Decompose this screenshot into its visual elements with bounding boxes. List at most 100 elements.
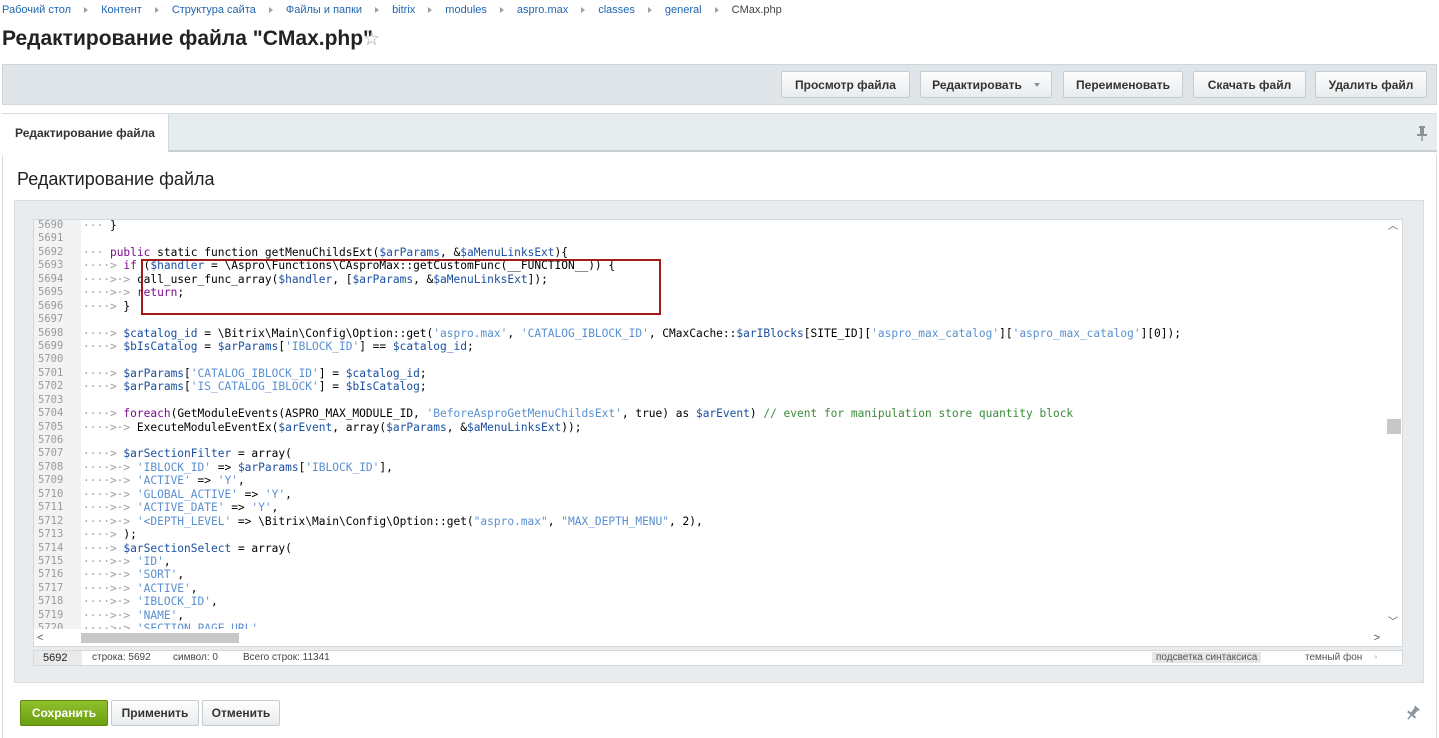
breadcrumb-item-classes[interactable]: classes: [598, 4, 635, 16]
scroll-left-icon[interactable]: <: [37, 632, 43, 644]
breadcrumb-item-desktop[interactable]: Рабочий стол: [2, 4, 71, 16]
horizontal-scrollbar[interactable]: < >: [34, 629, 1402, 646]
pin-icon[interactable]: [1415, 125, 1429, 141]
delete-file-button[interactable]: Удалить файл: [1315, 71, 1427, 98]
dark-theme-toggle[interactable]: темный фон: [1305, 652, 1362, 663]
line-number: 5691: [38, 232, 64, 245]
code-line[interactable]: 5698 ····> $catalog_id = \Bitrix\Main\Con…: [34, 327, 1385, 340]
horizontal-scroll-thumb[interactable]: [81, 633, 239, 643]
code-line[interactable]: 5716 ····>·> 'SORT',: [34, 568, 1385, 581]
code-text: ····>·> ExecuteModuleEventEx($arEvent, a…: [83, 420, 582, 434]
scroll-up-icon[interactable]: ︿: [1388, 222, 1398, 232]
breadcrumb-separator-icon: [647, 7, 652, 13]
goto-line-input[interactable]: 5692: [34, 651, 82, 665]
action-toolbar: Просмотр файла Редактировать Переименова…: [2, 64, 1437, 105]
code-text: ··· public static function getMenuChilds…: [83, 245, 569, 259]
code-line[interactable]: 5692 ··· public static function getMenuCh…: [34, 246, 1385, 259]
code-text: ····>·> 'IBLOCK_ID' => $arParams['IBLOCK…: [83, 460, 393, 474]
pin-icon[interactable]: [1406, 705, 1420, 721]
code-line[interactable]: 5697: [34, 313, 1385, 326]
breadcrumb-item-bitrix[interactable]: bitrix: [392, 4, 415, 16]
code-line[interactable]: 5709 ····>·> 'ACTIVE' => 'Y',: [34, 474, 1385, 487]
code-line[interactable]: 5719 ····>·> 'NAME',: [34, 609, 1385, 622]
view-file-button[interactable]: Просмотр файла: [781, 71, 910, 98]
code-line[interactable]: 5711 ····>·> 'ACTIVE_DATE' => 'Y',: [34, 501, 1385, 514]
line-number: 5708: [38, 460, 64, 473]
scroll-down-icon[interactable]: ﹀: [1388, 618, 1398, 628]
cancel-button[interactable]: Отменить: [202, 700, 280, 726]
code-line[interactable]: 5708 ····>·> 'IBLOCK_ID' => $arParams['IB…: [34, 461, 1385, 474]
line-number: 5709: [38, 474, 64, 487]
code-text: ····> $arSectionFilter = array(: [83, 447, 292, 461]
cancel-label: Отменить: [211, 706, 271, 720]
code-line[interactable]: 5699 ····> $bIsCatalog = $arParams['IBLOC…: [34, 340, 1385, 353]
line-number: 5706: [38, 434, 64, 446]
line-number: 5705: [38, 420, 64, 433]
apply-label: Применить: [121, 706, 189, 720]
code-text: ····> $arSectionSelect = array(: [83, 541, 292, 555]
code-text: ····>·> 'ACTIVE' => 'Y',: [83, 474, 245, 488]
page-title: Редактирование файла "CMax.php": [2, 27, 374, 50]
save-button[interactable]: Сохранить: [20, 700, 108, 726]
line-number: 5702: [38, 380, 64, 393]
symbol-indicator: символ: 0: [173, 652, 218, 663]
editor-container: 5690 ··· } 5691 5692 ··· public static funct…: [14, 200, 1424, 683]
breadcrumb-item-general[interactable]: general: [665, 4, 702, 16]
code-line[interactable]: 5717 ····>·> 'ACTIVE',: [34, 582, 1385, 595]
code-text: ····> foreach(GetModuleEvents(ASPRO_MAX_…: [83, 407, 1074, 421]
code-line[interactable]: 5704 ····> foreach(GetModuleEvents(ASPRO_…: [34, 407, 1385, 420]
line-number: 5715: [38, 554, 64, 567]
code-line[interactable]: 5706: [34, 434, 1385, 447]
code-line[interactable]: 5701 ····> $arParams['CATALOG_IBLOCK_ID']…: [34, 367, 1385, 380]
code-line[interactable]: 5710 ····>·> 'GLOBAL_ACTIVE' => 'Y',: [34, 488, 1385, 501]
code-text: ····>·> 'IBLOCK_ID',: [83, 595, 218, 609]
code-line[interactable]: 5707 ····> $arSectionFilter = array(: [34, 447, 1385, 460]
line-number: 5711: [38, 501, 64, 514]
total-lines-indicator: Всего строк: 11341: [243, 652, 330, 663]
scroll-right-icon[interactable]: >: [1374, 632, 1380, 644]
code-text: ····>·> '<DEPTH_LEVEL' => \Bitrix\Main\C…: [83, 514, 703, 528]
edit-label: Редактировать: [932, 77, 1022, 92]
vertical-scroll-thumb[interactable]: [1387, 419, 1401, 434]
syntax-highlight-toggle[interactable]: подсветка синтаксиса: [1152, 652, 1262, 663]
line-number: 5701: [38, 366, 64, 379]
code-line[interactable]: 5718 ····>·> 'IBLOCK_ID',: [34, 595, 1385, 608]
code-line[interactable]: 5715 ····>·> 'ID',: [34, 555, 1385, 568]
code-line[interactable]: 5714 ····> $arSectionSelect = array(: [34, 542, 1385, 555]
line-number: 5716: [38, 568, 64, 581]
edit-panel: Редактирование файла 5690 ··· } 5691 5692 ··…: [2, 155, 1437, 691]
rename-button[interactable]: Переименовать: [1063, 71, 1183, 98]
line-number: 5699: [38, 339, 64, 352]
breadcrumb-item-modules[interactable]: modules: [445, 4, 487, 16]
row-indicator: строка: 5692: [92, 652, 151, 663]
breadcrumb-item-site-structure[interactable]: Структура сайта: [172, 4, 256, 16]
line-number: 5713: [38, 528, 64, 541]
tab-edit-file[interactable]: Редактирование файла: [2, 114, 169, 152]
code-line[interactable]: 5690 ··· }: [34, 220, 1385, 232]
tab-edit-file-label: Редактирование файла: [15, 126, 155, 140]
code-line[interactable]: 5712 ····>·> '<DEPTH_LEVEL' => \Bitrix\Ma…: [34, 515, 1385, 528]
vertical-scrollbar[interactable]: ︿ ﹀: [1385, 220, 1402, 631]
download-file-button[interactable]: Скачать файл: [1193, 71, 1306, 98]
breadcrumb-separator-icon: [375, 7, 380, 13]
line-number: 5693: [38, 259, 64, 272]
code-line[interactable]: 5713 ····> );: [34, 528, 1385, 541]
code-line[interactable]: 5700: [34, 353, 1385, 366]
breadcrumb-item-current-file: CMax.php: [731, 4, 782, 16]
breadcrumb-item-aspro-max[interactable]: aspro.max: [517, 4, 568, 16]
code-text: ····>·> 'ACTIVE',: [83, 581, 198, 595]
breadcrumb-item-content[interactable]: Контент: [101, 4, 142, 16]
code-line[interactable]: 5691: [34, 232, 1385, 245]
code-text: ····> $bIsCatalog = $arParams['IBLOCK_ID…: [83, 339, 474, 353]
code-line[interactable]: 5703: [34, 394, 1385, 407]
code-line[interactable]: 5705 ····>·> ExecuteModuleEventEx($arEven…: [34, 421, 1385, 434]
code-editor[interactable]: 5690 ··· } 5691 5692 ··· public static funct…: [33, 219, 1403, 647]
apply-button[interactable]: Применить: [111, 700, 199, 726]
breadcrumb-separator-icon: [154, 7, 159, 13]
code-line[interactable]: 5702 ····> $arParams['IS_CATALOG_IBLOCK']…: [34, 380, 1385, 393]
edit-dropdown-button[interactable]: Редактировать: [920, 71, 1052, 98]
breadcrumb-item-files-folders[interactable]: Файлы и папки: [286, 4, 362, 16]
delete-file-label: Удалить файл: [1328, 77, 1414, 92]
star-icon[interactable]: ☆: [363, 30, 383, 50]
resize-handle-icon[interactable]: ◦: [1374, 652, 1378, 663]
